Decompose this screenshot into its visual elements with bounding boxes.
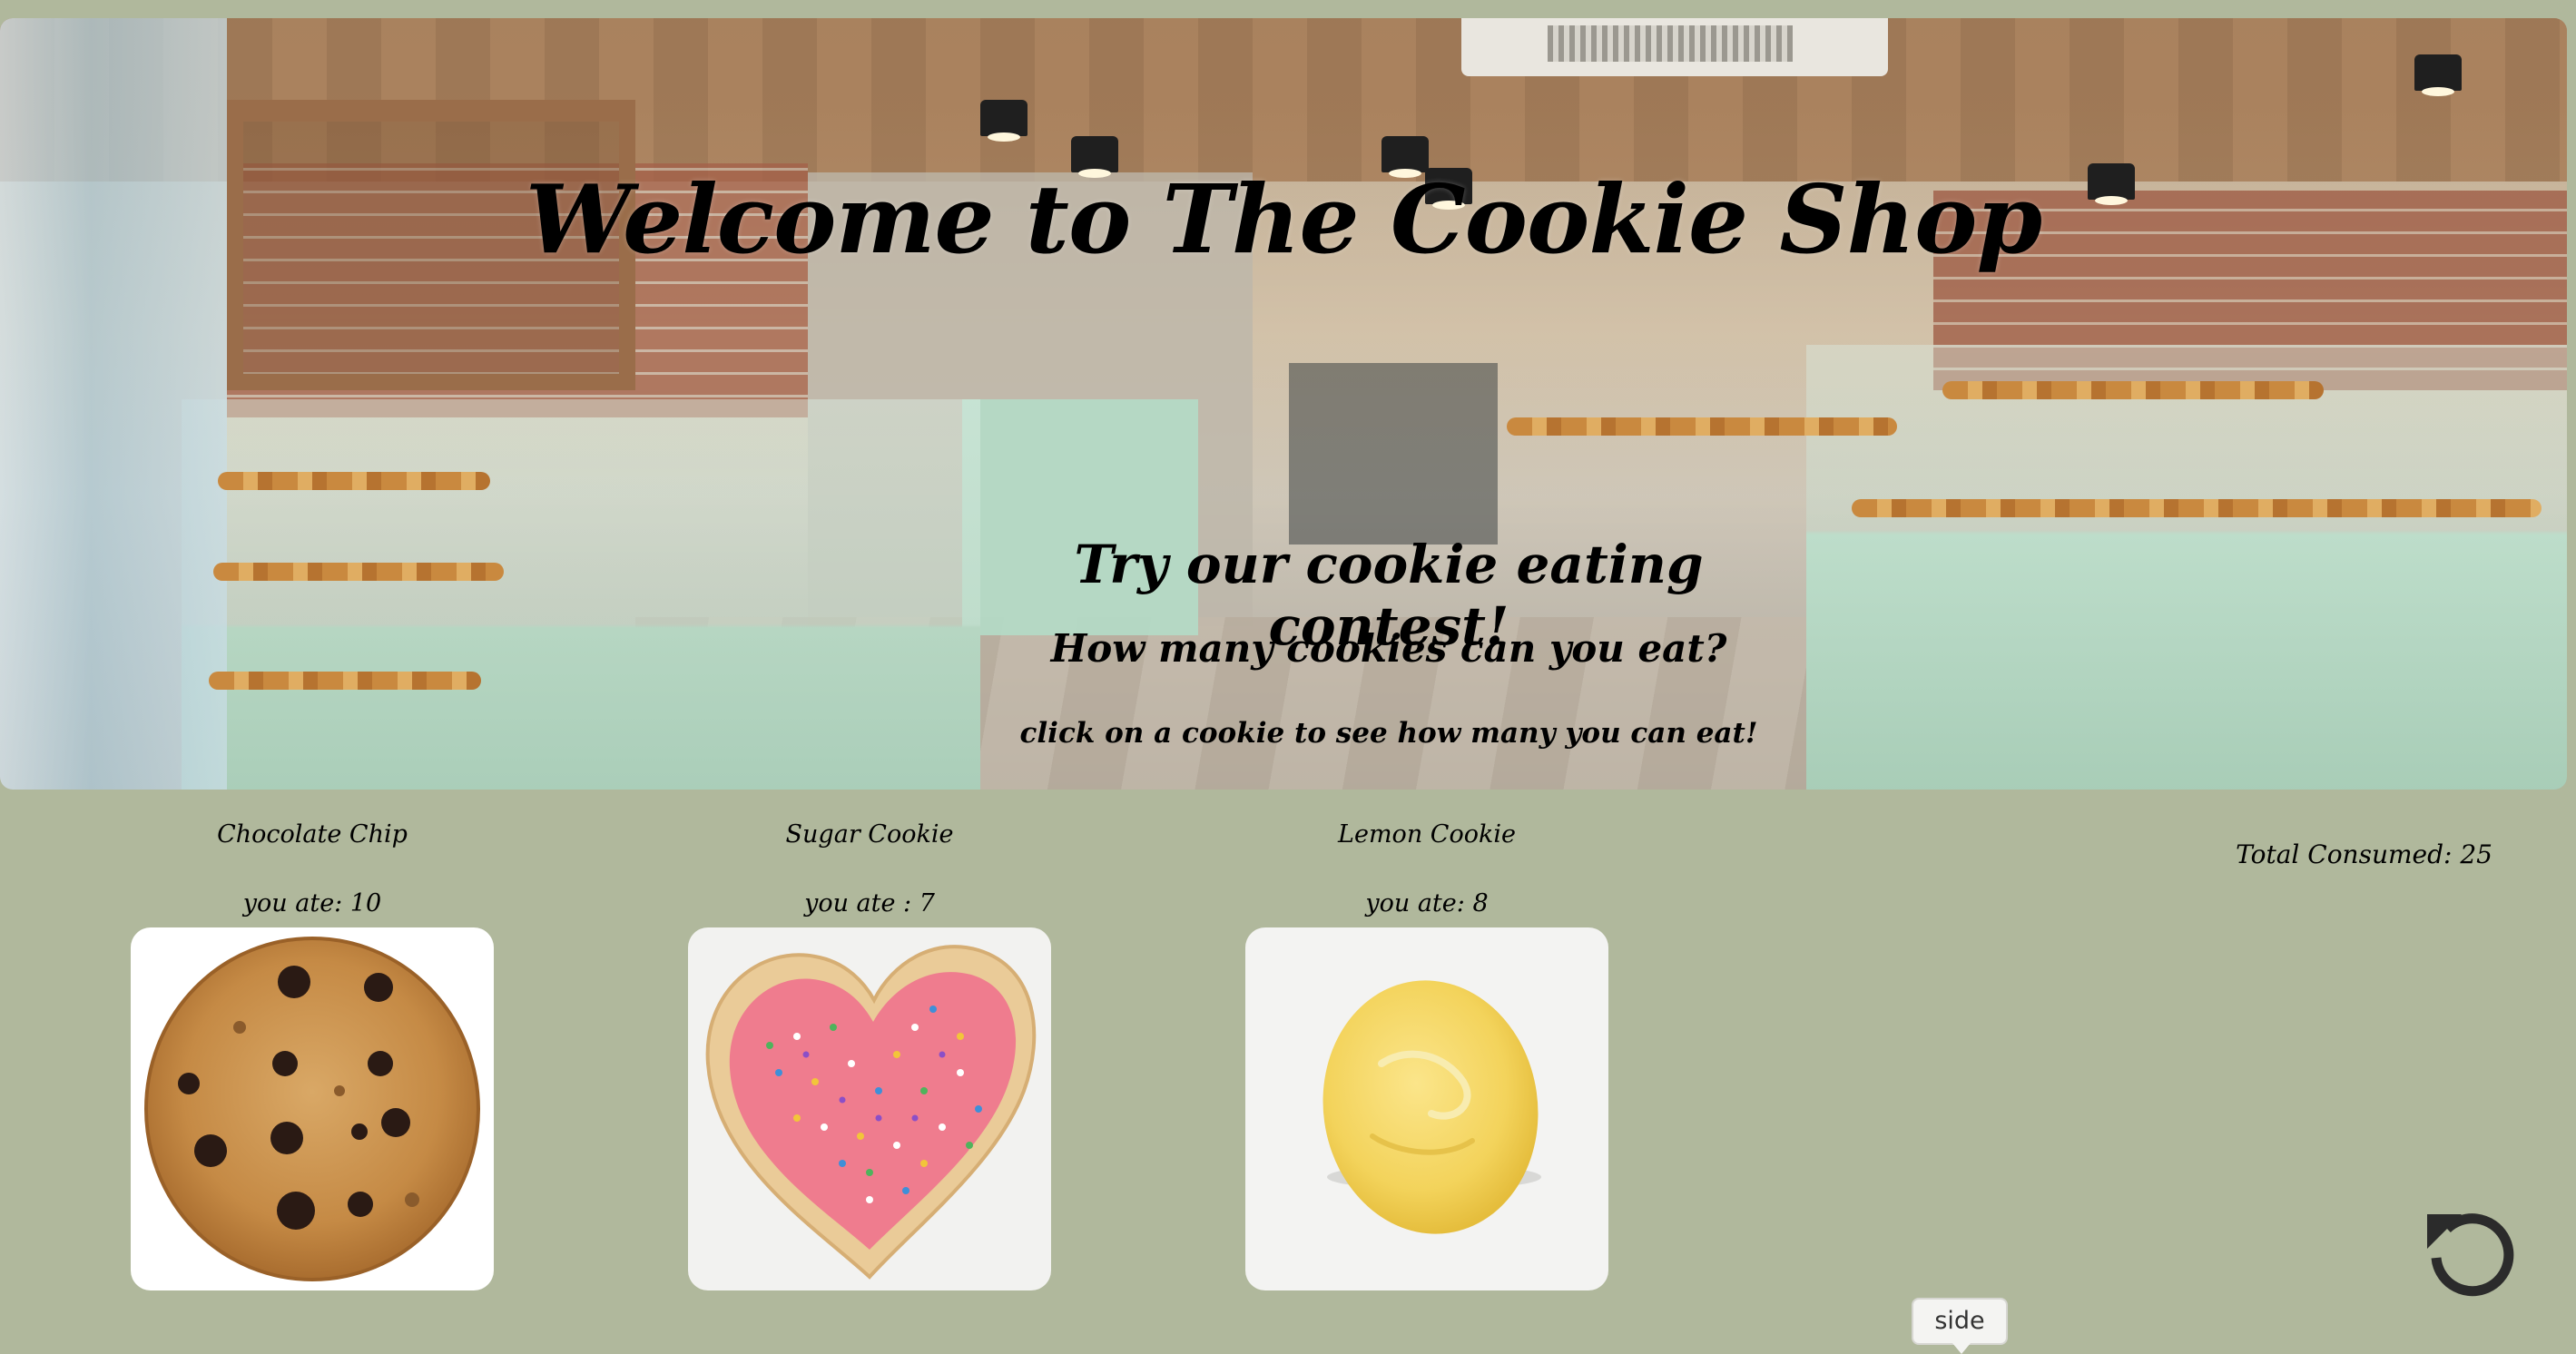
- back-door: [1289, 363, 1498, 545]
- ceiling-lamp: [2414, 54, 2462, 96]
- sugar-cookie-button[interactable]: [688, 927, 1051, 1290]
- cookie-name: Chocolate Chip: [217, 820, 408, 849]
- cookie-column-lemon: Lemon Cookie you ate: 8: [1245, 817, 1608, 1290]
- cookie-column-chocolate-chip: Chocolate Chip you ate: 10: [131, 817, 494, 1290]
- pastry-row: [1942, 381, 2324, 399]
- air-vent: [1461, 18, 1888, 76]
- display-case-right: [1806, 345, 2567, 790]
- sugar-cookie-image: [705, 945, 1037, 1280]
- cookie-column-sugar: Sugar Cookie you ate : 7: [688, 817, 1051, 1290]
- pastry-row: [218, 472, 490, 490]
- pastry-row: [1852, 499, 2542, 517]
- cookie-count: you ate: 10: [242, 889, 382, 917]
- reset-button[interactable]: [2420, 1203, 2522, 1305]
- total-consumed: Total Consumed: 25: [2236, 839, 2492, 869]
- cookie-name: Sugar Cookie: [785, 820, 954, 849]
- cookie-count: you ate : 7: [804, 889, 935, 917]
- page-title: Welcome to The Cookie Shop: [525, 163, 2042, 275]
- chocolate-chip-cookie-image: [144, 937, 480, 1281]
- pastry-row: [1507, 417, 1897, 436]
- pastry-row: [209, 672, 481, 690]
- cookie-count: you ate: 8: [1365, 889, 1489, 917]
- display-case-left: [182, 399, 980, 790]
- glass-door: [0, 18, 227, 790]
- lemon-cookie-button[interactable]: [1245, 927, 1608, 1290]
- cookie-name: Lemon Cookie: [1338, 820, 1516, 849]
- contest-instruction: click on a cookie to see how many you ca…: [1019, 717, 1758, 750]
- contest-question: How many cookies can you eat?: [1050, 626, 1727, 671]
- ceiling-lamp: [980, 100, 1027, 142]
- chocolate-chip-cookie-button[interactable]: [131, 927, 494, 1290]
- reset-icon: [2427, 1213, 2514, 1297]
- lemon-cookie-image: [1322, 980, 1541, 1234]
- hero-banner: Welcome to The Cookie Shop Try our cooki…: [0, 18, 2567, 790]
- pastry-row: [213, 563, 504, 581]
- tooltip: side: [1912, 1298, 2008, 1354]
